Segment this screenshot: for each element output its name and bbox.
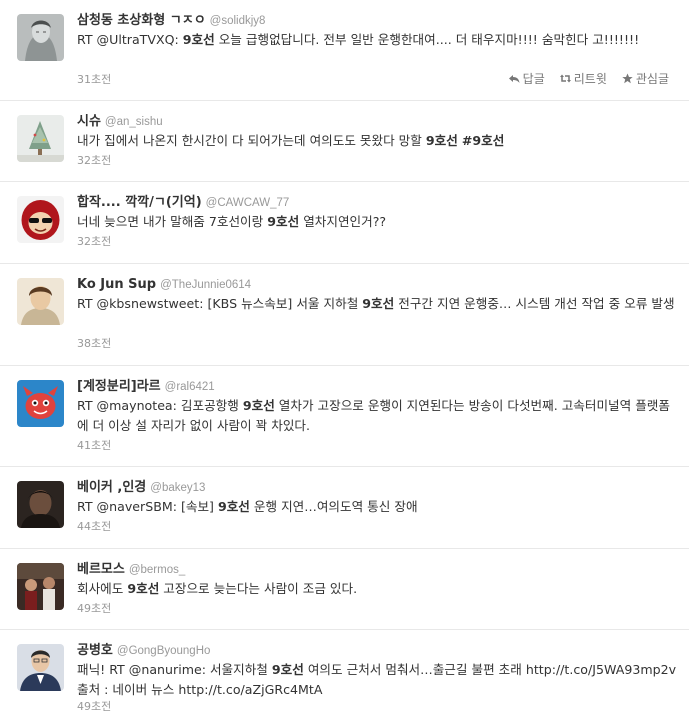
- mention-link[interactable]: @maynotea: [97, 398, 173, 413]
- tweet-username[interactable]: @bermos_: [129, 564, 185, 576]
- tweet-item[interactable]: Ko Jun Sup @TheJunnie0614 RT @kbsnewstwee…: [0, 264, 689, 366]
- tweet-text: 패닉! RT @nanurime: 서울지하철 9호선 여의도 근처서 멈춰서……: [77, 662, 677, 697]
- retweet-button[interactable]: 리트윗: [559, 70, 607, 87]
- tweet-text: RT @naverSBM: [속보] 9호선 운행 지연…여의도역 통신 장애: [77, 499, 418, 514]
- mention-link[interactable]: @nanurime: [129, 662, 202, 677]
- url-link[interactable]: http://t.co/aZjGRc4MtA: [178, 682, 322, 697]
- tweet-text: RT @kbsnewstweet: [KBS 뉴스속보] 서울 지하철 9호선 …: [77, 296, 675, 311]
- tweet-timestamp[interactable]: 41초전: [77, 437, 111, 453]
- tweet-timestamp[interactable]: 32초전: [77, 152, 111, 168]
- tweet-text: RT @UltraTVXQ: 9호선 오늘 급행없답니다. 전부 일반 운행한대…: [77, 32, 640, 47]
- tweet-username[interactable]: @GongByoungHo: [117, 645, 211, 657]
- avatar[interactable]: [17, 14, 64, 61]
- tweet-actions: 답글 리트윗 관심글: [508, 70, 669, 87]
- tweet-text: 회사에도 9호선 고장으로 늦는다는 사람이 조금 있다.: [77, 581, 358, 596]
- tweet-username[interactable]: @an_sishu: [105, 116, 163, 128]
- tweet-fullname[interactable]: 공병호: [77, 643, 113, 658]
- avatar[interactable]: [17, 481, 64, 528]
- tweet-fullname[interactable]: 베이커 ,인경: [77, 480, 146, 495]
- tweet-timestamp[interactable]: 44초전: [77, 518, 111, 534]
- tweet-username[interactable]: @TheJunnie0614: [160, 279, 251, 291]
- favorite-button[interactable]: 관심글: [622, 70, 669, 87]
- tweet-feed: 삼청동 초상화형 ㄱㅈㅇ @solidkjy8 RT @UltraTVXQ: 9호…: [0, 0, 689, 720]
- tweet-fullname[interactable]: 삼청동 초상화형 ㄱㅈㅇ: [77, 13, 206, 28]
- keyword-highlight: 9호선: [217, 499, 250, 514]
- tweet-username[interactable]: @bakey13: [150, 482, 205, 494]
- avatar[interactable]: [17, 196, 64, 243]
- tweet-timestamp[interactable]: 38초전: [77, 335, 111, 351]
- tweet-fullname[interactable]: [계정분리]라르: [77, 379, 161, 394]
- tweet-item[interactable]: 합작.... 깍깍/ㄱ(기억) @CAWCAW_77 너네 늦으면 내가 말해줌 …: [0, 182, 689, 264]
- avatar[interactable]: [17, 563, 64, 610]
- tweet-fullname[interactable]: 시슈: [77, 114, 101, 129]
- tweet-item[interactable]: 공병호 @GongByoungHo 패닉! RT @nanurime: 서울지하철…: [0, 630, 689, 720]
- tweet-item[interactable]: 시슈 @an_sishu 내가 집에서 나온지 한시간이 다 되어가는데 여의도도…: [0, 101, 689, 182]
- reply-button[interactable]: 답글: [508, 70, 545, 87]
- keyword-highlight: 9호선: [362, 296, 395, 311]
- reply-icon: [508, 75, 520, 83]
- keyword-highlight: 9호선: [182, 32, 215, 47]
- keyword-highlight: 9호선: [127, 581, 160, 596]
- keyword-highlight: 9호선: [425, 133, 458, 148]
- tweet-fullname[interactable]: 합작.... 깍깍/ㄱ(기억): [77, 195, 202, 210]
- tweet-text: 내가 집에서 나온지 한시간이 다 되어가는데 여의도도 못왔다 망할 9호선 …: [77, 133, 505, 148]
- keyword-highlight: 9호선: [271, 662, 304, 677]
- tweet-text: 너네 늦으면 내가 말해줌 7호선이랑 9호선 열차지연인거??: [77, 214, 387, 229]
- avatar[interactable]: [17, 115, 64, 162]
- avatar[interactable]: [17, 380, 64, 427]
- tweet-item[interactable]: 베르모스 @bermos_ 회사에도 9호선 고장으로 늦는다는 사람이 조금 있…: [0, 549, 689, 630]
- tweet-item[interactable]: [계정분리]라르 @ral6421 RT @maynotea: 김포공항행 9호선…: [0, 366, 689, 467]
- keyword-highlight: 9호선: [267, 214, 300, 229]
- avatar[interactable]: [17, 278, 64, 325]
- mention-link[interactable]: @naverSBM: [97, 499, 173, 514]
- mention-link[interactable]: @kbsnewstweet: [97, 296, 200, 311]
- tweet-item[interactable]: 삼청동 초상화형 ㄱㅈㅇ @solidkjy8 RT @UltraTVXQ: 9호…: [0, 0, 689, 101]
- avatar[interactable]: [17, 644, 64, 691]
- tweet-timestamp[interactable]: 32초전: [77, 233, 111, 249]
- tweet-text: RT @maynotea: 김포공항행 9호선 열차가 고장으로 운행이 지연된…: [77, 398, 670, 433]
- keyword-highlight: 9호선: [242, 398, 275, 413]
- tweet-username[interactable]: @CAWCAW_77: [206, 197, 290, 209]
- tweet-fullname[interactable]: 베르모스: [77, 562, 125, 577]
- tweet-timestamp[interactable]: 31초전: [77, 71, 111, 87]
- tweet-username[interactable]: @ral6421: [165, 381, 215, 393]
- retweet-icon: [559, 74, 571, 83]
- tweet-fullname[interactable]: Ko Jun Sup: [77, 277, 156, 292]
- tweet-timestamp[interactable]: 49초전: [77, 600, 111, 616]
- hashtag-link[interactable]: #9호선: [462, 133, 505, 148]
- star-icon: [622, 73, 633, 84]
- tweet-item[interactable]: 베이커 ,인경 @bakey13 RT @naverSBM: [속보] 9호선 운…: [0, 467, 689, 549]
- tweet-username[interactable]: @solidkjy8: [210, 15, 266, 27]
- url-link[interactable]: http://t.co/J5WA93mp2v: [526, 662, 676, 677]
